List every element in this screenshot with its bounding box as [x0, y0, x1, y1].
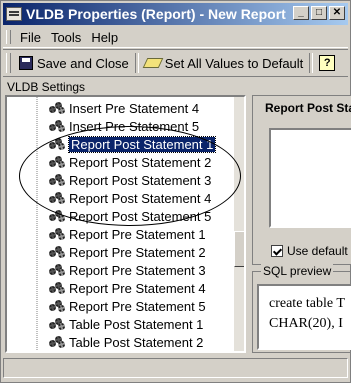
- menu-grip: [6, 30, 11, 44]
- sql-line: CHAR(20), I: [269, 316, 343, 331]
- sql-preview-text[interactable]: create table T CHAR(20), I: [257, 284, 351, 350]
- eraser-icon: [142, 58, 164, 68]
- minimize-icon: _: [298, 7, 304, 18]
- tree-item[interactable]: Insert Pre Statement 5: [7, 117, 199, 135]
- tree-item[interactable]: Report Post Statement 1: [7, 135, 217, 153]
- vldb-settings-label: VLDB Settings: [7, 80, 86, 94]
- vldb-properties-window: VLDB Properties (Report) - New Report _ …: [0, 0, 351, 383]
- gears-icon: [49, 209, 65, 223]
- gears-icon: [49, 119, 65, 133]
- tree-item-label: Report Post Statement 5: [69, 208, 212, 224]
- sql-preview-group: SQL preview create table T CHAR(20), I: [252, 264, 351, 353]
- gears-icon: [49, 245, 65, 259]
- set-all-defaults-button[interactable]: Set All Values to Default: [141, 52, 308, 74]
- tree-item-label: Insert Pre Statement 4: [69, 100, 200, 116]
- menu-help[interactable]: Help: [86, 30, 123, 45]
- tree-item-label: Report Pre Statement 1: [69, 226, 206, 242]
- tree-item-label: Report Post Statement 2: [69, 154, 212, 170]
- save-and-close-label: Save and Close: [37, 55, 129, 71]
- tree-item[interactable]: Insert Pre Statement 4: [7, 99, 199, 117]
- tree-item-label: Report Post Statement 4: [69, 190, 212, 206]
- setting-value-textbox[interactable]: [269, 128, 351, 228]
- toolbar-separator: [134, 53, 139, 73]
- use-default-checkbox[interactable]: [271, 245, 283, 257]
- setting-title: Report Post Sta: [265, 101, 351, 115]
- vldb-settings-tree[interactable]: Insert Pre Statement 4 Insert Pre Stateme…: [5, 95, 246, 353]
- gears-icon: [49, 101, 65, 115]
- toolbar-separator: [309, 53, 314, 73]
- use-default-label: Use default i: [287, 244, 351, 258]
- gears-icon: [49, 335, 65, 349]
- tree-item-label: Report Pre Statement 3: [69, 262, 206, 278]
- tree-item[interactable]: Report Post Statement 5: [7, 207, 211, 225]
- setting-detail-panel: Report Post Sta Use default i: [252, 95, 351, 265]
- window-icon: [6, 7, 22, 21]
- tree-item-label: Table Post Statement 2: [69, 334, 204, 350]
- close-button[interactable]: ✕: [329, 6, 345, 20]
- gears-icon: [49, 155, 65, 169]
- gears-icon: [49, 299, 65, 313]
- tree-item[interactable]: Table Post Statement 2: [7, 333, 203, 351]
- window-title: VLDB Properties (Report) - New Report: [26, 6, 286, 22]
- menu-tools[interactable]: Tools: [46, 30, 86, 45]
- status-bar: [3, 358, 348, 380]
- gears-icon: [49, 173, 65, 187]
- gears-icon: [49, 137, 65, 151]
- minimize-button[interactable]: _: [293, 6, 309, 20]
- maximize-button[interactable]: □: [311, 6, 327, 20]
- tree-item[interactable]: Report Post Statement 3: [7, 171, 211, 189]
- tree-item[interactable]: Report Post Statement 2: [7, 153, 211, 171]
- title-bar: VLDB Properties (Report) - New Report _ …: [3, 3, 348, 25]
- tree-scrollbar-thumb[interactable]: [234, 231, 244, 267]
- maximize-icon: □: [315, 7, 323, 18]
- tree-item[interactable]: Report Pre Statement 3: [7, 261, 206, 279]
- sql-preview-label: SQL preview: [261, 264, 334, 278]
- gears-icon: [49, 281, 65, 295]
- floppy-disk-icon: [19, 56, 33, 70]
- tree-item-label: Insert Pre Statement 5: [69, 118, 200, 134]
- tree-scrollbar[interactable]: [234, 97, 244, 351]
- tree-item-label: Report Post Statement 3: [69, 172, 212, 188]
- tree-item[interactable]: Report Pre Statement 4: [7, 279, 206, 297]
- close-icon: ✕: [332, 7, 342, 18]
- menu-file[interactable]: File: [15, 30, 46, 45]
- tree-item-label: Report Pre Statement 2: [69, 244, 206, 260]
- gears-icon: [49, 317, 65, 331]
- toolbar: Save and Close Set All Values to Default…: [3, 49, 348, 77]
- tree-item[interactable]: Table Post Statement 1: [7, 315, 203, 333]
- tree-item-label: Report Post Statement 1: [67, 135, 217, 153]
- menu-bar: File Tools Help: [3, 27, 348, 48]
- tree-item[interactable]: Report Pre Statement 5: [7, 297, 206, 315]
- save-and-close-button[interactable]: Save and Close: [15, 52, 133, 74]
- gears-icon: [49, 227, 65, 241]
- help-button[interactable]: ?: [315, 52, 339, 74]
- set-all-defaults-label: Set All Values to Default: [164, 55, 304, 71]
- tree-item[interactable]: Report Post Statement 4: [7, 189, 211, 207]
- gears-icon: [49, 191, 65, 205]
- tree-item-label: Table Post Statement 1: [69, 316, 204, 332]
- tree-item-label: Report Pre Statement 5: [69, 298, 206, 314]
- status-cell: [3, 358, 348, 378]
- toolbar-grip: [6, 53, 11, 73]
- sql-line: create table T: [269, 296, 345, 311]
- gears-icon: [49, 263, 65, 277]
- tree-item[interactable]: Report Pre Statement 1: [7, 225, 206, 243]
- tree-item-label: Report Pre Statement 4: [69, 280, 206, 296]
- tree-item[interactable]: Report Pre Statement 2: [7, 243, 206, 261]
- use-default-checkbox-row[interactable]: Use default i: [271, 244, 351, 258]
- help-icon: ?: [319, 55, 336, 71]
